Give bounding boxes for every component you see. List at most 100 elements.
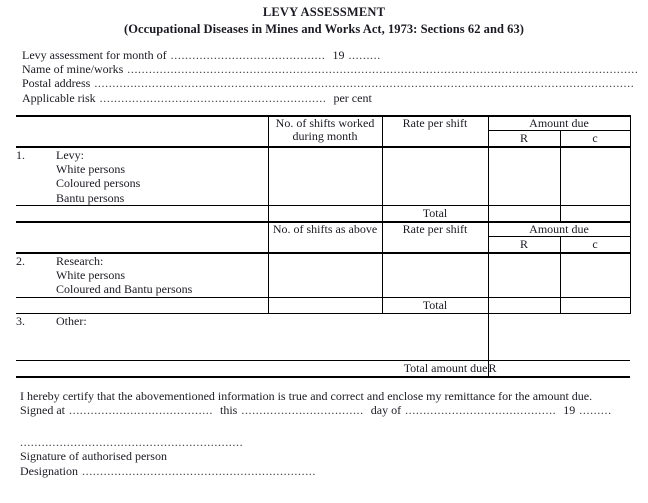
grand-total-row: Total amount due R (16, 359, 631, 378)
section-1-total-cents[interactable] (560, 204, 631, 223)
section-2-labels: 2. Research: White persons Coloured and B… (16, 251, 268, 298)
section-2-rand-cell[interactable] (488, 251, 561, 298)
table-header-row-1: No. of shifts worked during month Rate p… (16, 114, 631, 147)
section-2-total-row: Total (16, 296, 631, 314)
section-1-heading: Levy: (56, 147, 84, 162)
signature-line[interactable]: ........................................… (20, 436, 638, 449)
section-3-rand-cell[interactable] (487, 312, 560, 361)
section-1-total-row: Total (16, 204, 631, 223)
section-1-labels: 1. Levy: White persons Coloured persons B… (16, 145, 268, 206)
section-1-cents-cell[interactable] (560, 145, 631, 206)
footer-year-input[interactable]: ......... (579, 403, 611, 417)
section-2-total-rand[interactable] (488, 296, 561, 314)
certification-block: I hereby certify that the abovementioned… (0, 389, 648, 479)
field-postal-address-input[interactable]: ........................................… (94, 76, 638, 90)
section-2-total-cents[interactable] (560, 296, 631, 314)
section-2-total-blank (16, 296, 268, 314)
levy-table: No. of shifts worked during month Rate p… (16, 114, 631, 378)
section-1-shifts-cell[interactable] (267, 145, 383, 206)
signature-caption: Signature of authorised person (20, 449, 167, 464)
header-amount-due-cents: c (560, 130, 631, 147)
section-2-heading-line: 2. Research: (16, 254, 268, 268)
this-label: this (220, 402, 238, 417)
designation-input[interactable]: ........................................… (82, 464, 316, 478)
field-mine-works: Name of mine/works .....................… (22, 62, 638, 76)
grand-total-value-cell[interactable] (560, 359, 631, 378)
field-month-of: Levy assessment for month of ...........… (22, 48, 638, 62)
certify-text: I hereby certify that the abovementioned… (20, 388, 593, 403)
header2-amount-due-group: Amount due (488, 220, 631, 238)
day-of-input[interactable]: ........................................… (405, 403, 556, 417)
section-2-total-shifts (267, 296, 383, 314)
section-3-labels[interactable]: 3. Other: (16, 312, 488, 361)
this-day-input[interactable]: .................................. (241, 403, 363, 417)
section-2-heading: Research: (56, 253, 104, 268)
signature-spacer (20, 417, 638, 436)
section-1-line-bantu: Bantu persons (56, 190, 125, 205)
field-month-year-label: 19 (332, 48, 345, 62)
section-3-other-row: 3. Other: (16, 312, 631, 361)
field-month-label: Levy assessment for month of (22, 48, 167, 62)
section-1-total-label: Total (382, 204, 489, 223)
field-postal-address-label: Postal address (22, 76, 91, 91)
footer-year-label: 19 (563, 402, 576, 417)
field-applicable-risk-unit: per cent (333, 90, 372, 105)
section-1-levy-row: 1. Levy: White persons Coloured persons B… (16, 145, 631, 206)
header-amount-due-rand: R (488, 130, 561, 147)
section-1-number: 1. (16, 147, 25, 162)
section-2-rate-cell[interactable] (382, 251, 489, 298)
section-2-line-coloured-bantu: Coloured and Bantu persons (56, 282, 193, 297)
signed-at-row: Signed at ..............................… (20, 403, 638, 417)
field-mine-works-input[interactable]: ........................................… (127, 62, 638, 76)
levy-table-wrapper: No. of shifts worked during month Rate p… (0, 114, 648, 378)
title-block: LEVY ASSESSMENT (Occupational Diseases i… (0, 0, 648, 37)
section-1-line-white: White persons (56, 162, 125, 177)
section-3-cents-cell[interactable] (560, 312, 631, 361)
section-1-rand-cell[interactable] (488, 145, 561, 206)
table-header-row-2: No. of shifts as above Rate per shift Am… (16, 220, 631, 253)
section-3-heading-line: 3. Other: (16, 314, 488, 328)
signature-caption-row: Signature of authorised person (20, 449, 638, 463)
signed-at-label: Signed at (20, 402, 65, 417)
section-2-line-white: White persons (56, 268, 125, 283)
field-month-year-input[interactable]: ......... (348, 48, 380, 62)
section-3-number: 3. (16, 313, 25, 328)
day-of-label: day of (370, 402, 402, 417)
header2-shifts-as-above: No. of shifts as above (267, 220, 383, 253)
section-1-line-coloured: Coloured persons (56, 176, 141, 191)
header-blank-col (16, 114, 268, 147)
header-rate-per-shift: Rate per shift (382, 114, 489, 147)
section-1-rate-cell[interactable] (382, 145, 489, 206)
certify-statement: I hereby certify that the abovementioned… (20, 389, 638, 403)
designation-label: Designation (20, 463, 78, 478)
section-3-heading: Other: (56, 313, 87, 328)
field-applicable-risk-input[interactable]: ........................................… (100, 91, 327, 105)
intro-fields: Levy assessment for month of ...........… (0, 48, 648, 105)
header-amount-due-group: Amount due (488, 114, 631, 132)
grand-total-currency: R (487, 359, 560, 378)
page-subtitle: (Occupational Diseases in Mines and Work… (124, 22, 524, 36)
field-mine-works-label: Name of mine/works (22, 62, 124, 77)
header2-blank-col (16, 220, 268, 253)
levy-assessment-form: LEVY ASSESSMENT (Occupational Diseases i… (0, 0, 648, 503)
signed-at-input[interactable]: ........................................ (69, 403, 213, 417)
field-applicable-risk: Applicable risk ........................… (22, 91, 638, 105)
header2-amount-due-cents: c (560, 236, 631, 253)
section-1-total-blank (16, 204, 268, 223)
section-2-research-row: 2. Research: White persons Coloured and B… (16, 251, 631, 298)
header-shifts-worked: No. of shifts worked during month (267, 114, 383, 147)
section-2-number: 2. (16, 253, 25, 268)
designation-row: Designation ............................… (20, 464, 638, 478)
section-1-total-shifts (267, 204, 383, 223)
section-2-total-label: Total (382, 296, 489, 314)
field-month-input[interactable]: ........................................… (171, 48, 326, 62)
header2-rate-per-shift: Rate per shift (382, 220, 489, 253)
section-1-total-rand[interactable] (488, 204, 561, 223)
section-2-cents-cell[interactable] (560, 251, 631, 298)
field-postal-address: Postal address .........................… (22, 76, 638, 90)
page-title: LEVY ASSESSMENT (262, 5, 386, 19)
section-2-shifts-cell[interactable] (267, 251, 383, 298)
section-1-heading-line: 1. Levy: (16, 148, 268, 162)
grand-total-label: Total amount due (16, 359, 488, 378)
field-applicable-risk-label: Applicable risk (22, 90, 96, 105)
